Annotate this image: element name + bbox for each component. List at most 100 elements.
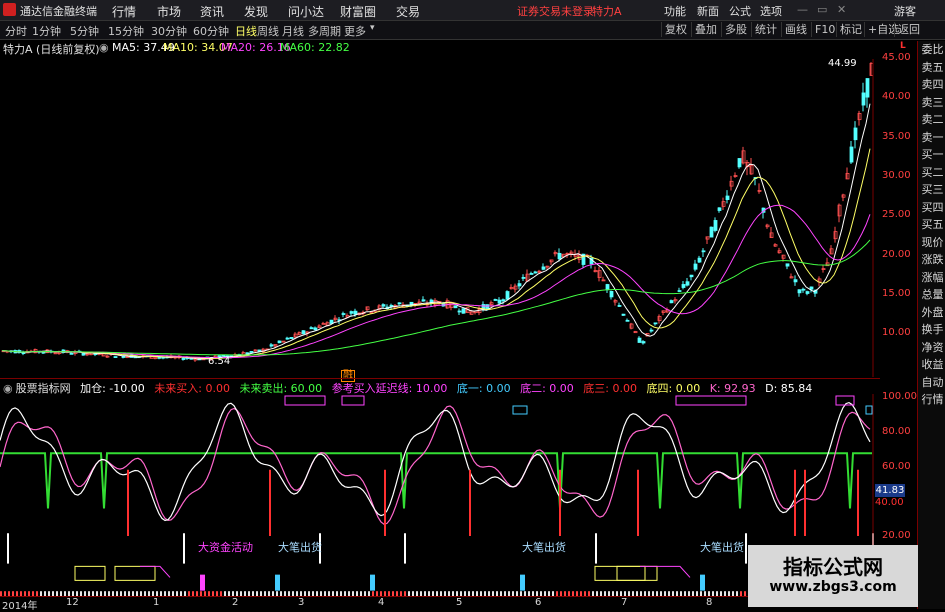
indicator-header: ◉ 股票指标网 加仓: -10.00 未来买入: 0.00 未来卖出: 60.00… (0, 380, 880, 395)
candle-body (793, 279, 798, 283)
candle-body (677, 290, 682, 292)
signal-block (700, 574, 705, 591)
date-tick: 4 (378, 597, 385, 608)
period-30min[interactable]: 30分钟 (151, 23, 187, 39)
more-dropdown-icon[interactable]: ▾ (370, 23, 375, 33)
indicator-tick: 80.00 (882, 426, 911, 437)
period-monthly[interactable]: 月线 (282, 23, 304, 39)
panel-item[interactable]: 行情 (919, 393, 945, 407)
menu-news[interactable]: 资讯 (200, 3, 224, 20)
menu-formula[interactable]: 公式 (729, 3, 751, 19)
box-marker (114, 565, 156, 581)
period-multi[interactable]: 多周期 (308, 23, 341, 39)
draw-line-button[interactable]: 画线 (781, 22, 810, 37)
panel-item[interactable]: 涨幅 (919, 271, 945, 285)
menu-wealth-circle[interactable]: 财富圈 (340, 3, 376, 20)
panel-item[interactable]: 总量 (919, 288, 945, 302)
period-daily[interactable]: 日线 (235, 23, 257, 39)
menu-options[interactable]: 选项 (760, 3, 782, 19)
candle-body (517, 283, 522, 287)
top-marker (512, 405, 528, 415)
candle-body (653, 322, 658, 325)
signal-block (370, 574, 375, 591)
panel-item[interactable]: 卖一 (919, 131, 945, 145)
candle-body (649, 329, 654, 332)
candle-body (865, 78, 870, 98)
panel-item[interactable]: 买五 (919, 218, 945, 232)
panel-item[interactable]: 收益 (919, 358, 945, 372)
delay-line (640, 565, 691, 578)
panel-item[interactable]: 卖三 (919, 96, 945, 110)
date-tick: 7 (621, 597, 628, 608)
period-tick[interactable]: 分时 (5, 23, 27, 39)
panel-item[interactable]: 换手 (919, 323, 945, 337)
title-bar: 通达信金融终端 行情 市场 资讯 发现 问小达 财富圈 交易 证券交易未登录 特… (0, 0, 945, 21)
axis-mode-icon[interactable]: L (900, 41, 906, 51)
period-15min[interactable]: 15分钟 (108, 23, 144, 39)
menu-market[interactable]: 市场 (157, 3, 181, 20)
panel-item[interactable]: 卖五 (919, 61, 945, 75)
f10-button[interactable]: F10 (811, 22, 838, 37)
menu-ask[interactable]: 问小达 (288, 3, 324, 20)
price-tick: 25.00 (882, 209, 911, 220)
candle-body (461, 308, 466, 314)
panel-item[interactable]: 买三 (919, 183, 945, 197)
low-price-label: 6.54 (208, 356, 231, 367)
panel-item[interactable]: 现价 (919, 236, 945, 250)
signal-block (200, 574, 205, 591)
panel-item[interactable]: 委比 (919, 43, 945, 57)
restore-icon[interactable]: ▭ (817, 3, 827, 16)
panel-item[interactable]: 外盘 (919, 306, 945, 320)
box-marker (594, 565, 646, 581)
mark-button[interactable]: 标记 (836, 22, 865, 37)
menu-new-page[interactable]: 新面 (697, 3, 719, 19)
candle-body (697, 257, 702, 263)
ma-settings-icon[interactable]: ◉ (99, 41, 109, 54)
period-more[interactable]: 更多 (344, 23, 366, 39)
panel-item[interactable]: 涨跌 (919, 253, 945, 267)
menu-function[interactable]: 功能 (664, 3, 686, 19)
signal-block (520, 574, 525, 591)
trade-login-status[interactable]: 证券交易未登录 (517, 3, 594, 19)
candle-body (353, 310, 358, 315)
period-weekly[interactable]: 周线 (257, 23, 279, 39)
menu-market-quotes[interactable]: 行情 (112, 3, 136, 20)
menu-discover[interactable]: 发现 (244, 3, 268, 20)
box-marker (616, 565, 658, 581)
period-1min[interactable]: 1分钟 (32, 23, 61, 39)
panel-item[interactable]: 自动 (919, 376, 945, 390)
period-toolbar: 分时 1分钟 5分钟 15分钟 30分钟 60分钟 日线 周线 月线 多周期 更… (0, 21, 945, 40)
watermark-title: 指标公式网 (783, 555, 883, 579)
panel-item[interactable]: 买一 (919, 148, 945, 162)
pane-divider[interactable] (0, 378, 880, 379)
ma60-value: MA60: 22.82 (280, 41, 350, 54)
panel-item[interactable]: 买二 (919, 166, 945, 180)
adjust-button[interactable]: 复权 (661, 22, 690, 37)
candle-body (785, 263, 790, 267)
panel-item[interactable]: 卖四 (919, 78, 945, 92)
panel-item[interactable]: 净资 (919, 341, 945, 355)
top-marker (284, 395, 326, 406)
candle-body (341, 313, 346, 315)
candle-body (809, 286, 814, 290)
top-marker (341, 395, 365, 406)
minimize-icon[interactable]: — (797, 3, 808, 16)
candle-body (669, 300, 674, 304)
price-tick: 10.00 (882, 327, 911, 338)
price-tick: 20.00 (882, 249, 911, 260)
period-5min[interactable]: 5分钟 (70, 23, 99, 39)
close-icon[interactable]: ✕ (837, 3, 846, 16)
period-60min[interactable]: 60分钟 (193, 23, 229, 39)
candle-body (181, 357, 186, 360)
candle-body (797, 289, 802, 294)
panel-item[interactable]: 买四 (919, 201, 945, 215)
statistics-button[interactable]: 统计 (751, 22, 780, 37)
multi-stock-button[interactable]: 多股 (721, 22, 750, 37)
overlay-button[interactable]: 叠加 (691, 22, 720, 37)
candle-body (505, 291, 510, 300)
kline-chart[interactable] (0, 55, 880, 377)
guest-label[interactable]: 游客 (894, 3, 916, 19)
back-button[interactable]: 返回 (894, 22, 923, 37)
panel-item[interactable]: 卖二 (919, 113, 945, 127)
menu-trade[interactable]: 交易 (396, 3, 420, 20)
